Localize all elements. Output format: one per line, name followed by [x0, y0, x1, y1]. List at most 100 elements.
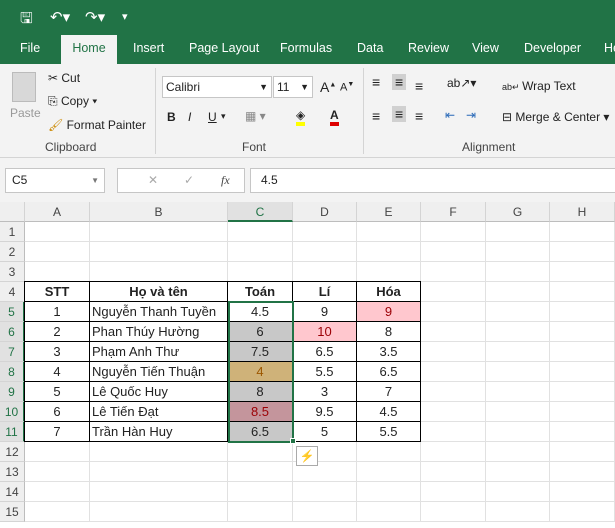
align-middle-icon[interactable]: ≡: [392, 74, 407, 90]
table-cell[interactable]: Phạm Anh Thư: [89, 341, 228, 362]
table-cell[interactable]: 5: [292, 421, 357, 442]
cell[interactable]: [293, 482, 357, 502]
cell[interactable]: [421, 282, 486, 302]
cell[interactable]: [550, 282, 615, 302]
table-cell[interactable]: 9: [356, 301, 421, 322]
cell[interactable]: [486, 482, 550, 502]
cancel-icon[interactable]: ✕: [148, 169, 158, 192]
row-header-7[interactable]: 7: [0, 342, 25, 362]
table-cell[interactable]: Lê Quốc Huy: [89, 381, 228, 402]
column-header-B[interactable]: B: [90, 202, 228, 222]
cell[interactable]: [550, 482, 615, 502]
table-cell[interactable]: 1: [24, 301, 90, 322]
row-header-8[interactable]: 8: [0, 362, 25, 382]
cell[interactable]: [228, 462, 293, 482]
decrease-indent-icon[interactable]: ⇤: [445, 108, 455, 122]
table-cell[interactable]: 9.5: [292, 401, 357, 422]
tab-view[interactable]: View: [465, 35, 506, 64]
cell[interactable]: [25, 242, 90, 262]
table-cell[interactable]: 2: [24, 321, 90, 342]
wrap-text-button[interactable]: ab↵ Wrap Text: [502, 79, 576, 93]
cell[interactable]: [486, 502, 550, 522]
cell[interactable]: [550, 422, 615, 442]
cell[interactable]: [357, 262, 421, 282]
redo-icon[interactable]: ↷▾: [85, 8, 105, 26]
cell[interactable]: [357, 482, 421, 502]
cell[interactable]: [486, 362, 550, 382]
fill-handle[interactable]: [290, 438, 296, 444]
cell[interactable]: [90, 222, 228, 242]
cell[interactable]: [486, 382, 550, 402]
save-icon[interactable]: 🖫: [20, 8, 33, 33]
table-header-cell[interactable]: STT: [24, 281, 90, 302]
cell[interactable]: [25, 262, 90, 282]
cell[interactable]: [550, 302, 615, 322]
name-box[interactable]: C5 ▼: [5, 168, 105, 193]
align-top-icon[interactable]: ≡: [372, 74, 380, 90]
table-header-cell[interactable]: Hóa: [356, 281, 421, 302]
cell[interactable]: [550, 502, 615, 522]
tab-developer[interactable]: Developer: [517, 35, 588, 64]
cell[interactable]: [421, 342, 486, 362]
cut-button[interactable]: ✂ Cut: [48, 71, 80, 85]
tab-file[interactable]: File: [13, 35, 47, 64]
increase-indent-icon[interactable]: ⇥: [466, 108, 476, 122]
cell[interactable]: [486, 282, 550, 302]
cell[interactable]: [25, 502, 90, 522]
table-cell[interactable]: 6.5: [292, 341, 357, 362]
row-header-3[interactable]: 3: [0, 262, 25, 282]
cell[interactable]: [90, 502, 228, 522]
font-size-select[interactable]: 11 ▼: [273, 76, 313, 98]
column-header-A[interactable]: A: [25, 202, 90, 222]
cell[interactable]: [550, 242, 615, 262]
cell[interactable]: [293, 502, 357, 522]
bold-button[interactable]: B: [167, 110, 176, 124]
paste-icon[interactable]: [12, 72, 36, 102]
cell[interactable]: [90, 242, 228, 262]
cell[interactable]: [486, 342, 550, 362]
row-header-12[interactable]: 12: [0, 442, 25, 462]
increase-font-icon[interactable]: A▲: [320, 79, 336, 95]
row-header-2[interactable]: 2: [0, 242, 25, 262]
table-cell[interactable]: 6: [24, 401, 90, 422]
align-bottom-icon[interactable]: ≡: [415, 78, 423, 94]
cell[interactable]: [90, 462, 228, 482]
column-header-D[interactable]: D: [293, 202, 357, 222]
cell[interactable]: [421, 242, 486, 262]
cell[interactable]: [228, 442, 293, 462]
cell[interactable]: [550, 442, 615, 462]
cell[interactable]: [486, 242, 550, 262]
table-cell[interactable]: 8: [356, 321, 421, 342]
column-header-E[interactable]: E: [357, 202, 421, 222]
tab-insert[interactable]: Insert: [126, 35, 171, 64]
cell[interactable]: [228, 262, 293, 282]
cell[interactable]: [486, 442, 550, 462]
cell[interactable]: [293, 262, 357, 282]
table-header-cell[interactable]: Toán: [227, 281, 293, 302]
table-cell[interactable]: Phan Thúy Hường: [89, 321, 228, 342]
decrease-font-icon[interactable]: A▼: [340, 81, 354, 94]
cell[interactable]: [293, 242, 357, 262]
table-cell[interactable]: 9: [292, 301, 357, 322]
font-color-icon[interactable]: A: [330, 108, 339, 126]
cell[interactable]: [421, 402, 486, 422]
fill-color-icon[interactable]: ◈: [296, 108, 306, 126]
cell[interactable]: [421, 442, 486, 462]
cell[interactable]: [486, 462, 550, 482]
table-cell[interactable]: 10: [292, 321, 357, 342]
cell[interactable]: [357, 242, 421, 262]
table-cell[interactable]: 7: [356, 381, 421, 402]
table-cell[interactable]: 5: [24, 381, 90, 402]
cell[interactable]: [357, 462, 421, 482]
table-cell[interactable]: 4.5: [356, 401, 421, 422]
row-header-11[interactable]: 11: [0, 422, 25, 442]
row-header-1[interactable]: 1: [0, 222, 25, 242]
cell[interactable]: [228, 242, 293, 262]
table-cell[interactable]: Nguyễn Thanh Tuyền: [89, 301, 228, 322]
font-name-select[interactable]: Calibri ▼: [162, 76, 272, 98]
tab-review[interactable]: Review: [401, 35, 456, 64]
underline-button[interactable]: U: [208, 110, 217, 124]
quick-analysis-icon[interactable]: ⚡: [296, 446, 318, 466]
align-center-icon[interactable]: ≡: [392, 106, 407, 122]
column-header-C[interactable]: C: [228, 202, 293, 222]
